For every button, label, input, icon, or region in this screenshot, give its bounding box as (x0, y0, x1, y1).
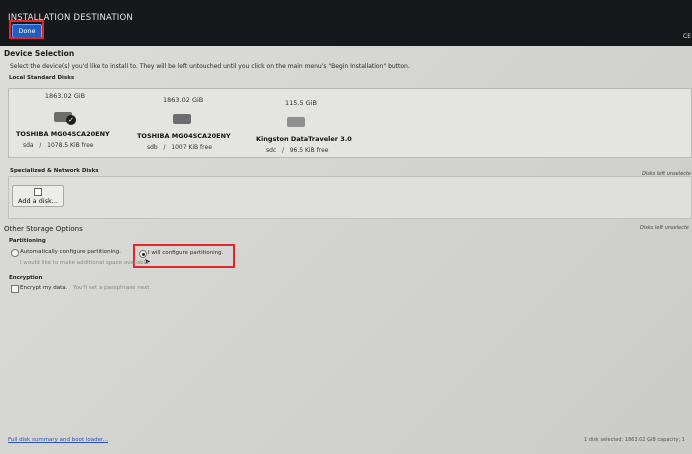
disk-free: 1078.5 KiB free (47, 142, 94, 149)
other-storage-heading: Other Storage Options (4, 225, 83, 233)
selection-status: 1 disk selected; 1863.02 GiB capacity; 1 (584, 437, 685, 443)
disk-size: 115.5 GiB (285, 99, 317, 107)
disk-free: 96.5 KiB free (289, 147, 329, 154)
encryption-heading: Encryption (9, 275, 43, 281)
done-button-highlight (9, 20, 44, 39)
disk-name: TOSHIBA MG04SCA20ENY (16, 130, 110, 138)
disk-separator: / (39, 142, 42, 149)
header-bar: INSTALLATION DESTINATION Done CE (0, 0, 692, 55)
usb-disk-icon[interactable] (287, 117, 305, 127)
disk-summary-link[interactable]: Full disk summary and boot loader... (8, 437, 108, 443)
specialized-disks-heading: Specialized & Network Disks (10, 168, 99, 174)
specialized-disks-panel (8, 176, 692, 219)
additional-space-checkbox-label[interactable]: I would like to make additional space av… (20, 260, 150, 266)
disk-size: 1863.02 GiB (44, 92, 86, 100)
device-selection-instruction: Select the device(s) you'd like to insta… (10, 63, 410, 70)
disk-size: 1863.02 GiB (163, 96, 204, 104)
disk-free: 1007 KiB free (171, 144, 212, 151)
installer-screen: INSTALLATION DESTINATION Done CE Device … (0, 0, 692, 454)
disk-separator: / (163, 144, 166, 151)
language-indicator: CE (683, 33, 691, 40)
disk-name: Kingston DataTraveler 3.0 (256, 135, 352, 143)
disk-name: TOSHIBA MG04SCA20ENY (137, 132, 231, 140)
encrypt-data-checkbox[interactable] (11, 285, 19, 293)
encrypt-hint: You'll set a passphrase next. (73, 285, 152, 291)
device-selection-heading: Device Selection (4, 49, 75, 58)
disks-left-unselected-note: Disks left unselecte (640, 225, 689, 231)
disk-device: sda (23, 142, 34, 149)
add-disk-label: Add a disk... (18, 197, 58, 205)
disk-card-sda[interactable]: 1863.02 GiB (10, 90, 120, 100)
add-disk-button[interactable]: Add a disk... (12, 185, 64, 207)
hard-disk-icon[interactable] (173, 114, 191, 124)
encrypt-data-label[interactable]: Encrypt my data. (20, 285, 67, 291)
auto-partitioning-label[interactable]: Automatically configure partitioning. (20, 249, 121, 255)
check-icon: ✓ (66, 115, 76, 125)
disk-separator: / (281, 147, 284, 154)
disk-device: sdb (147, 144, 158, 151)
add-disk-icon (34, 188, 42, 196)
disk-device: sdc (266, 147, 277, 154)
auto-partitioning-radio[interactable] (11, 249, 19, 257)
partitioning-heading: Partitioning (9, 238, 46, 244)
local-disks-heading: Local Standard Disks (9, 75, 75, 81)
